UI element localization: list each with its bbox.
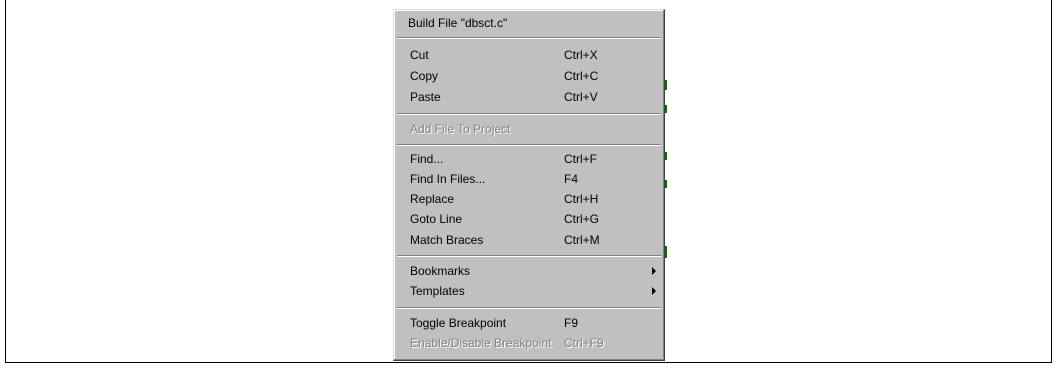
menu-item-label: Bookmarks xyxy=(410,264,471,278)
menu-item-enable-disable-breakpoint: Enable/Disable Breakpoint Ctrl+F9 xyxy=(394,333,664,353)
menu-item-shortcut: Ctrl+F xyxy=(564,152,597,166)
menu-item-find[interactable]: Find... Ctrl+F xyxy=(394,149,664,169)
green-artifact xyxy=(665,105,667,113)
menu-item-label: Find... xyxy=(410,152,444,166)
menu-item-cut[interactable]: Cut Ctrl+X xyxy=(394,45,664,65)
menu-item-shortcut: Ctrl+F9 xyxy=(564,336,604,350)
menu-item-label: Replace xyxy=(410,192,455,206)
menu-item-build-file[interactable]: Build File "dbsct.c" xyxy=(394,13,664,33)
menu-item-add-file-to-project: Add File To Project xyxy=(394,119,664,139)
menu-item-match-braces[interactable]: Match Braces Ctrl+M xyxy=(394,230,664,250)
menu-item-toggle-breakpoint[interactable]: Toggle Breakpoint F9 xyxy=(394,313,664,333)
menu-item-templates[interactable]: Templates xyxy=(394,281,664,301)
menu-item-shortcut: Ctrl+C xyxy=(564,69,599,83)
submenu-arrow-icon xyxy=(652,287,656,295)
menu-item-shortcut: Ctrl+H xyxy=(564,192,599,206)
menu-item-shortcut: F9 xyxy=(564,316,579,330)
menu-separator xyxy=(397,255,661,257)
menu-item-shortcut: F4 xyxy=(564,172,579,186)
menu-item-shortcut: Ctrl+X xyxy=(564,48,598,62)
menu-item-label: Enable/Disable Breakpoint xyxy=(410,336,552,350)
submenu-arrow-icon xyxy=(652,267,656,275)
context-menu: Build File "dbsct.c" Cut Ctrl+X Copy Ctr… xyxy=(393,9,665,361)
menu-item-label: Copy xyxy=(410,69,439,83)
menu-separator xyxy=(397,37,661,39)
menu-separator xyxy=(397,144,661,146)
menu-item-label: Find In Files... xyxy=(410,172,486,186)
menu-item-shortcut: Ctrl+M xyxy=(564,233,600,247)
menu-item-find-in-files[interactable]: Find In Files... F4 xyxy=(394,169,664,189)
menu-item-label: Add File To Project xyxy=(410,122,511,136)
menu-separator xyxy=(397,307,661,309)
green-artifact xyxy=(665,80,667,90)
green-artifact xyxy=(665,180,667,188)
menu-item-label: Templates xyxy=(410,284,465,298)
menu-item-label: Toggle Breakpoint xyxy=(410,316,507,330)
menu-item-label: Goto Line xyxy=(410,212,463,226)
menu-item-shortcut: Ctrl+V xyxy=(564,90,598,104)
menu-item-replace[interactable]: Replace Ctrl+H xyxy=(394,189,664,209)
green-artifact xyxy=(665,246,667,258)
menu-item-copy[interactable]: Copy Ctrl+C xyxy=(394,66,664,86)
menu-item-label: Cut xyxy=(410,48,429,62)
menu-separator xyxy=(397,113,661,115)
menu-item-bookmarks[interactable]: Bookmarks xyxy=(394,261,664,281)
green-artifact xyxy=(665,152,667,160)
menu-item-goto-line[interactable]: Goto Line Ctrl+G xyxy=(394,209,664,229)
menu-item-shortcut: Ctrl+G xyxy=(564,212,600,226)
menu-item-paste[interactable]: Paste Ctrl+V xyxy=(394,87,664,107)
menu-item-label: Paste xyxy=(410,90,441,104)
menu-item-label: Match Braces xyxy=(410,233,484,247)
menu-item-label: Build File "dbsct.c" xyxy=(408,16,508,30)
